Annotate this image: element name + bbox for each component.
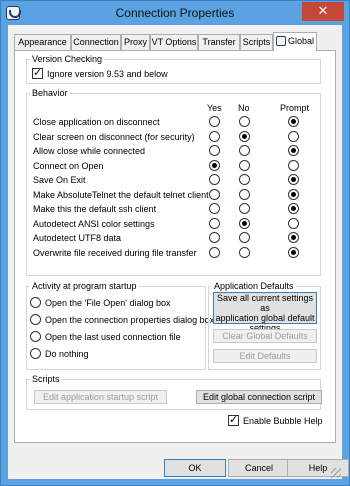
behavior-no-radio[interactable] (239, 174, 250, 185)
behavior-yes-radio[interactable] (209, 159, 220, 171)
behavior-row-label: Autodetect ANSI color settings (33, 218, 155, 229)
prompt-column-header: Prompt (280, 103, 310, 113)
behavior-no-radio[interactable] (239, 217, 250, 229)
tab-scripts[interactable]: Scripts (240, 34, 273, 50)
behavior-row-label: Clear screen on disconnect (for security… (33, 131, 195, 142)
behavior-yes-radio[interactable] (209, 203, 220, 214)
behavior-no-radio[interactable] (239, 232, 250, 243)
tab-label: Connection (73, 37, 119, 47)
behavior-no-radio[interactable] (239, 203, 250, 214)
tab-global[interactable]: Global (273, 32, 317, 51)
ok-button[interactable]: OK (164, 459, 226, 477)
save-defaults-line-1: Save all current settings as (216, 293, 314, 313)
behavior-title: Behavior (30, 88, 70, 98)
dialog-client-area: Appearance Connection Proxy VT Options T… (8, 25, 349, 479)
behavior-yes-radio[interactable] (209, 116, 220, 127)
behavior-row-label: Make AbsoluteTelnet the default telnet c… (33, 189, 209, 200)
behavior-prompt-radio[interactable] (288, 188, 299, 200)
edit-startup-script-button[interactable]: Edit application startup script (34, 390, 167, 404)
behavior-no-radio[interactable] (239, 116, 250, 127)
behavior-prompt-radio[interactable] (288, 246, 299, 258)
startup-connection-properties-radio[interactable] (30, 314, 41, 325)
tab-label: VT Options (151, 37, 197, 47)
tab-vt-options[interactable]: VT Options (150, 34, 198, 50)
tab-proxy[interactable]: Proxy (121, 34, 150, 50)
behavior-row-label: Allow close while connected (33, 146, 146, 156)
startup-do-nothing-label: Do nothing (45, 349, 89, 359)
behavior-row-label: Make this the default ssh client (33, 204, 157, 214)
yes-column-header: Yes (207, 103, 222, 113)
behavior-row-label: Autodetect UTF8 data (33, 233, 122, 243)
behavior-yes-radio[interactable] (209, 232, 220, 243)
save-defaults-line-2: application global default (215, 313, 315, 323)
behavior-yes-radio[interactable] (209, 188, 220, 200)
connection-properties-window: Connection Properties ✕ Appearance Conne… (0, 0, 350, 486)
close-button[interactable]: ✕ (302, 2, 344, 21)
behavior-yes-radio[interactable] (209, 217, 220, 229)
version-checking-group: Version Checking Ignore version 9.53 and… (26, 54, 321, 84)
activity-startup-group: Activity at program startup Open the 'Fi… (26, 281, 214, 370)
scripts-group: Scripts Edit application startup script … (26, 374, 322, 410)
version-checking-title: Version Checking (30, 54, 105, 64)
global-tab-panel: Version Checking Ignore version 9.53 and… (14, 50, 336, 443)
behavior-prompt-radio[interactable] (288, 159, 299, 171)
behavior-yes-radio[interactable] (209, 145, 220, 156)
behavior-prompt-radio[interactable] (288, 145, 299, 156)
startup-last-used-radio[interactable] (30, 331, 41, 342)
behavior-prompt-radio[interactable] (288, 174, 299, 185)
behavior-row-label: Save On Exit (33, 175, 86, 185)
behavior-prompt-radio[interactable] (288, 217, 299, 229)
behavior-no-radio[interactable] (239, 159, 250, 171)
behavior-no-radio[interactable] (239, 145, 250, 156)
behavior-prompt-radio[interactable] (288, 232, 299, 243)
behavior-no-radio[interactable] (239, 188, 250, 200)
enable-bubble-help-label: Enable Bubble Help (243, 416, 323, 426)
tab-label: Appearance (18, 37, 67, 47)
resize-grip[interactable] (331, 468, 341, 478)
ignore-version-label: Ignore version 9.53 and below (47, 69, 168, 79)
startup-connection-properties-label: Open the connection properties dialog bo… (45, 315, 215, 325)
edit-defaults-button[interactable]: Edit Defaults (213, 349, 317, 363)
tab-label: Scripts (242, 37, 271, 47)
application-defaults-title: Application Defaults (212, 281, 296, 291)
tab-connection[interactable]: Connection (71, 34, 121, 50)
ignore-version-checkbox[interactable] (32, 66, 43, 79)
behavior-no-radio[interactable] (239, 130, 250, 142)
cancel-button[interactable]: Cancel (228, 459, 290, 477)
window-title: Connection Properties (115, 6, 235, 20)
tab-label: Proxy (123, 37, 147, 47)
tab-label: Transfer (202, 37, 236, 47)
startup-do-nothing-radio[interactable] (30, 348, 41, 359)
activity-startup-title: Activity at program startup (30, 281, 139, 291)
behavior-row-label: Overwrite file received during file tran… (33, 247, 197, 258)
no-column-header: No (238, 103, 250, 113)
behavior-row-label: Connect on Open (33, 160, 104, 171)
clear-global-defaults-button[interactable]: Clear Global Defaults (213, 329, 317, 343)
scripts-title: Scripts (30, 374, 62, 384)
save-global-defaults-button[interactable]: Save all current settings as application… (213, 292, 317, 333)
global-tab-icon (275, 36, 286, 46)
tab-transfer[interactable]: Transfer (198, 34, 240, 50)
behavior-prompt-radio[interactable] (288, 130, 299, 142)
behavior-yes-radio[interactable] (209, 130, 220, 142)
enable-bubble-help-checkbox[interactable] (228, 413, 239, 426)
behavior-row-label: Close application on disconnect (33, 117, 160, 127)
behavior-no-radio[interactable] (239, 246, 250, 258)
startup-last-used-label: Open the last used connection file (45, 332, 181, 342)
tab-label: Global (287, 36, 314, 46)
behavior-group: Behavior Yes No Prompt Close application… (26, 88, 321, 276)
startup-file-open-radio[interactable] (30, 297, 41, 308)
tab-appearance[interactable]: Appearance (14, 34, 71, 50)
startup-file-open-label: Open the 'File Open' dialog box (45, 298, 171, 308)
edit-global-connection-script-button[interactable]: Edit global connection script (196, 390, 322, 404)
title-bar[interactable]: Connection Properties ✕ (1, 1, 349, 25)
behavior-yes-radio[interactable] (209, 174, 220, 185)
behavior-yes-radio[interactable] (209, 246, 220, 258)
behavior-prompt-radio[interactable] (288, 203, 299, 214)
behavior-prompt-radio[interactable] (288, 116, 299, 127)
application-defaults-group: Application Defaults Save all current se… (208, 281, 321, 370)
